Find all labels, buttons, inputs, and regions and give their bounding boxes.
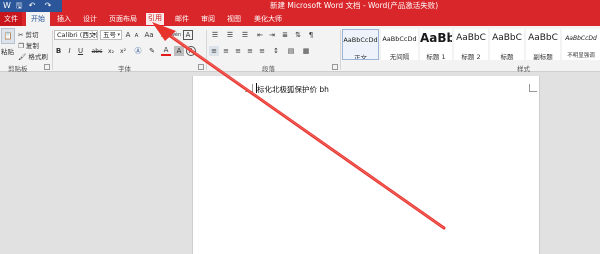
align-right-icon[interactable]: ≡ [233,46,243,56]
cut-label: 剪切 [25,31,39,39]
cut-button[interactable]: ✂ 剪切 [18,29,39,39]
style-sample: AaBbCcDd [382,35,417,43]
style-title[interactable]: AaBbC 标题 [490,29,524,60]
font-color-button[interactable]: A [161,46,171,56]
style-heading-2[interactable]: AaBbC 标题 2 [454,29,488,60]
tab-design[interactable]: 设计 [80,12,100,26]
tab-beautify-master[interactable]: 美化大师 [252,12,284,26]
chevron-down-icon: ▾ [117,32,120,38]
group-divider [340,30,341,70]
style-name: 副标题 [533,53,553,60]
undo-icon[interactable]: ↶ [27,1,37,11]
paste-button[interactable]: 粘贴 [1,46,14,56]
borders-icon[interactable]: ▦ [300,46,312,56]
window-title: 新建 Microsoft Word 文档 - Word(产品激活失败) [270,1,439,10]
superscript-button[interactable]: x² [118,46,128,56]
enclose-char-button[interactable]: A [186,46,196,56]
chinese-layout-icon[interactable]: ≣ [280,30,290,40]
font-launcher-icon[interactable] [198,64,204,70]
sort-icon[interactable]: ⇅ [293,30,303,40]
clipboard-launcher-icon[interactable] [44,64,50,70]
style-sample: AaBbC [456,33,486,43]
clear-format-button[interactable]: A [158,30,168,40]
group-divider [52,30,53,70]
numbering-icon[interactable]: ☰ [224,30,236,40]
style-sample: AaBb [420,31,452,45]
ribbon: 📋 粘贴 ✂ 剪切 ❐ 复制 🖌 格式刷 剪贴板 Calibri (西文) ▾ 五… [0,26,600,73]
style-sample: AaBbCcDd [565,35,597,42]
align-left-icon[interactable]: ≡ [209,46,219,56]
align-center-icon[interactable]: ≡ [221,46,231,56]
title-bar: W 🖫 ↶ ↷ 新建 Microsoft Word 文档 - Word(产品激活… [0,0,600,12]
document-body-text[interactable]: 标化北极狐保护价 bh [257,84,329,95]
style-name: 不明显强调 [567,53,595,59]
tab-review[interactable]: 审阅 [198,12,218,26]
change-case-button[interactable]: Aa [143,30,155,40]
font-size-value: 五号 [103,31,116,39]
strikethrough-button[interactable]: abc [90,46,104,56]
multilevel-list-icon[interactable]: ☰ [239,30,251,40]
font-size-dropdown[interactable]: 五号 ▾ [100,30,122,40]
italic-button[interactable]: I [65,46,74,56]
tab-home[interactable]: 开始 [26,12,50,27]
format-painter-button[interactable]: 🖌 格式刷 [18,51,48,61]
document-page[interactable] [192,76,540,254]
pinyin-guide-button[interactable]: wén [171,30,181,40]
paragraph-launcher-icon[interactable] [332,64,338,70]
style-name: 标题 2 [461,53,481,60]
font-name-value: Calibri (西文) [57,31,98,39]
char-shading-button[interactable]: A [174,46,184,56]
style-subtitle[interactable]: AaBbC 副标题 [526,29,560,60]
line-spacing-icon[interactable]: ↕ [270,46,282,56]
style-sample: AaBbCcDd [343,36,378,44]
tab-references[interactable]: 引用 [145,12,165,26]
margin-corner-mark [245,84,253,92]
tab-file[interactable]: 文件 [0,12,22,26]
increase-indent-icon[interactable]: ⇥ [267,30,277,40]
tab-mailings[interactable]: 邮件 [172,12,192,26]
char-border-button[interactable]: A [183,30,193,40]
shrink-font-button[interactable]: A [133,31,140,40]
show-marks-icon[interactable]: ¶ [306,30,316,40]
subscript-button[interactable]: x₂ [106,46,116,56]
style-no-spacing[interactable]: AaBbCcDd 无间隔 [381,29,418,60]
chevron-down-icon: ▾ [93,32,96,38]
bullets-icon[interactable]: ☰ [209,30,221,40]
style-name: 标题 1 [426,53,446,60]
bold-button[interactable]: B [54,46,63,56]
font-name-dropdown[interactable]: Calibri (西文) ▾ [54,30,98,40]
tab-view[interactable]: 视图 [224,12,244,26]
paste-icon[interactable]: 📋 [1,28,15,44]
style-name: 无间隔 [389,53,410,60]
decrease-indent-icon[interactable]: ⇤ [255,30,265,40]
group-divider [206,30,207,70]
copy-button[interactable]: ❐ 复制 [18,40,39,50]
tab-insert[interactable]: 插入 [54,12,74,26]
shading-icon[interactable]: ▤ [285,46,297,56]
style-sample: AaBbC [528,33,558,43]
style-name: 正文 [354,54,367,60]
word-logo-icon: W [3,1,11,10]
style-sample: AaBbC [492,33,522,43]
save-icon[interactable]: 🖫 [14,1,24,11]
highlight-icon[interactable]: ✎ [146,46,158,56]
underline-button[interactable]: U [76,46,85,56]
copy-label: 复制 [25,42,39,50]
style-normal[interactable]: AaBbCcDd 正文 [342,29,379,60]
style-heading-1[interactable]: AaBb 标题 1 [420,29,452,60]
style-name: 标题 [500,53,514,60]
justify-icon[interactable]: ≡ [245,46,255,56]
ribbon-tab-row: 文件 开始 插入 设计 页面布局 引用 邮件 审阅 视图 美化大师 [0,12,600,27]
margin-corner-mark [529,84,537,92]
format-painter-label: 格式刷 [28,53,48,61]
tab-layout[interactable]: 页面布局 [107,12,139,26]
style-subtle-emphasis[interactable]: AaBbCcDd 不明显强调 [562,29,600,60]
redo-icon[interactable]: ↷ [43,1,53,11]
grow-font-button[interactable]: A [124,30,132,40]
text-effects-icon[interactable]: Ⓐ [133,46,143,56]
distributed-icon[interactable]: ≡ [257,46,267,56]
